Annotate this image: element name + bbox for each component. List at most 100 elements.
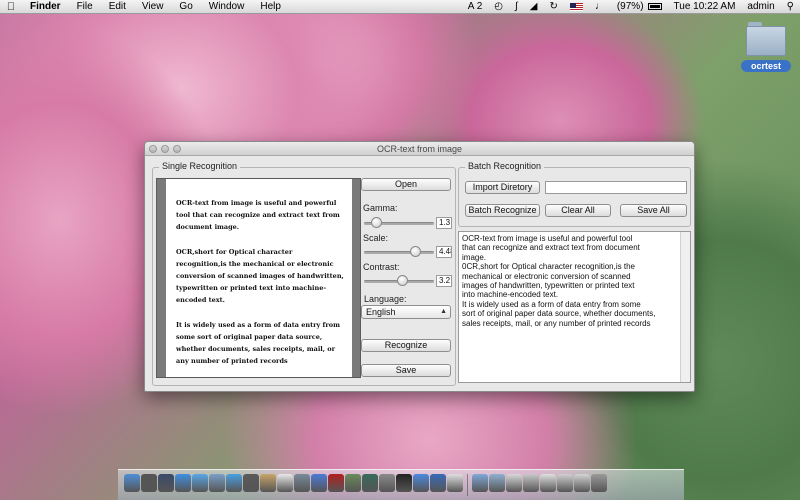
gamma-value[interactable]: 1.3	[436, 217, 452, 229]
dock-icons	[124, 470, 607, 496]
input-indicator-icon[interactable]: A 2	[462, 1, 488, 12]
folder-label[interactable]: ocrtest	[741, 60, 791, 72]
app-window: OCR-text from image Single Recognition O…	[144, 141, 695, 392]
textedit-icon[interactable]	[447, 474, 463, 492]
network-icon[interactable]	[413, 474, 429, 492]
result-text-area[interactable]: OCR-text from image is useful and powerf…	[458, 231, 691, 383]
zoom-window-button[interactable]	[173, 145, 181, 153]
dock-separator	[467, 474, 468, 496]
stack-icon-4[interactable]	[557, 474, 573, 492]
apple-menu-icon[interactable]: 	[0, 1, 22, 13]
language-label: Language:	[364, 294, 407, 304]
menu-edit[interactable]: Edit	[101, 1, 134, 12]
battery-percent: (97%)	[616, 1, 644, 12]
window-controls	[149, 145, 181, 153]
menu-file[interactable]: File	[69, 1, 101, 12]
batch-recognition-title: Batch Recognition	[465, 161, 545, 171]
folder-body	[746, 26, 786, 56]
iphoto-icon[interactable]	[345, 474, 361, 492]
terminal-icon[interactable]	[396, 474, 412, 492]
minimize-window-button[interactable]	[161, 145, 169, 153]
volume-icon[interactable]: ♩	[589, 1, 611, 12]
menu-help[interactable]: Help	[252, 1, 289, 12]
mail-icon[interactable]	[209, 474, 225, 492]
time-machine-status-icon[interactable]: ◴	[488, 1, 509, 12]
batch-recognition-group: Batch Recognition Import Diretory Batch …	[458, 161, 691, 227]
language-select-value: English	[366, 307, 396, 317]
single-recognition-group: Single Recognition OCR-text from image i…	[152, 161, 456, 386]
applications-folder-icon[interactable]	[472, 474, 488, 492]
single-recognition-title: Single Recognition	[159, 161, 241, 171]
scale-value[interactable]: 4.48	[436, 246, 452, 258]
photo-booth-icon[interactable]	[328, 474, 344, 492]
language-select[interactable]: English ▲	[361, 305, 451, 319]
close-window-button[interactable]	[149, 145, 157, 153]
scale-slider-track	[364, 251, 434, 254]
scale-slider-knob[interactable]	[410, 246, 421, 257]
save-all-button[interactable]: Save All	[620, 204, 687, 217]
system-preferences-icon[interactable]	[379, 474, 395, 492]
contrast-label: Contrast:	[363, 262, 400, 272]
import-directory-button[interactable]: Import Diretory	[465, 181, 540, 194]
trash-icon[interactable]	[591, 474, 607, 492]
stack-icon-5[interactable]	[574, 474, 590, 492]
scale-slider[interactable]	[364, 246, 434, 258]
menu-view[interactable]: View	[134, 1, 172, 12]
directory-path-field[interactable]	[545, 181, 687, 194]
finder-icon[interactable]	[124, 474, 140, 492]
documents-folder-icon[interactable]	[489, 474, 505, 492]
menu-window[interactable]: Window	[201, 1, 253, 12]
result-scrollbar[interactable]	[680, 232, 690, 382]
recognize-button[interactable]: Recognize	[361, 339, 451, 352]
save-button[interactable]: Save	[361, 364, 451, 377]
xcode-icon[interactable]	[430, 474, 446, 492]
contrast-slider[interactable]	[364, 275, 434, 287]
contrast-value[interactable]: 3.2	[436, 275, 452, 287]
clear-all-button[interactable]: Clear All	[545, 204, 611, 217]
batch-recognize-button[interactable]: Batch Recognize	[465, 204, 540, 217]
image-preview[interactable]: OCR-text from image is useful and powerf…	[156, 178, 361, 378]
dashboard-icon[interactable]	[141, 474, 157, 492]
menu-finder[interactable]: Finder	[22, 1, 69, 12]
gamma-label: Gamma:	[363, 203, 398, 213]
folder-icon[interactable]	[746, 22, 786, 56]
gamma-slider-knob[interactable]	[371, 217, 382, 228]
battery-icon	[647, 2, 662, 10]
time-machine-icon[interactable]	[362, 474, 378, 492]
stack-icon-1[interactable]	[506, 474, 522, 492]
menu-go[interactable]: Go	[171, 1, 200, 12]
preview-icon[interactable]	[294, 474, 310, 492]
spotlight-search-icon[interactable]: ⚲	[781, 1, 800, 12]
open-button[interactable]: Open	[361, 178, 451, 191]
preview-paragraph: It is widely used as a form of data entr…	[176, 320, 340, 366]
facetime-icon[interactable]	[243, 474, 259, 492]
stack-icon-3[interactable]	[540, 474, 556, 492]
sync-icon[interactable]: ↻	[543, 1, 563, 12]
stack-icon-2[interactable]	[523, 474, 539, 492]
wifi-icon[interactable]: ◢	[524, 1, 544, 12]
app-store-icon[interactable]	[175, 474, 191, 492]
itunes-icon[interactable]	[311, 474, 327, 492]
select-arrows-icon: ▲	[440, 308, 447, 315]
preview-paragraph: OCR-text from image is useful and powerf…	[176, 199, 340, 232]
input-source-flag-icon[interactable]	[569, 2, 583, 11]
gamma-slider[interactable]	[364, 217, 434, 229]
menu-user[interactable]: admin	[741, 1, 780, 12]
safari-icon[interactable]	[192, 474, 208, 492]
preview-page: OCR-text from image is useful and powerf…	[166, 179, 352, 377]
menu-bar:  Finder File Edit View Go Window Help A…	[0, 0, 800, 14]
preview-paragraph: OCR,short for Optical character recognit…	[176, 247, 344, 305]
scale-label: Scale:	[363, 233, 389, 243]
bluetooth-icon[interactable]: ∫	[509, 1, 524, 12]
dock	[118, 469, 684, 500]
contacts-icon[interactable]	[260, 474, 276, 492]
mission-control-icon[interactable]	[158, 474, 174, 492]
menu-clock[interactable]: Tue 10:22 AM	[668, 1, 742, 12]
contrast-slider-knob[interactable]	[397, 275, 408, 286]
window-titlebar[interactable]: OCR-text from image	[145, 142, 694, 156]
battery-indicator[interactable]: (97%)	[611, 1, 668, 12]
ichat-icon[interactable]	[226, 474, 242, 492]
result-text[interactable]: OCR-text from image is useful and powerf…	[462, 234, 674, 328]
ical-icon[interactable]	[277, 474, 293, 492]
window-title: OCR-text from image	[376, 144, 463, 154]
